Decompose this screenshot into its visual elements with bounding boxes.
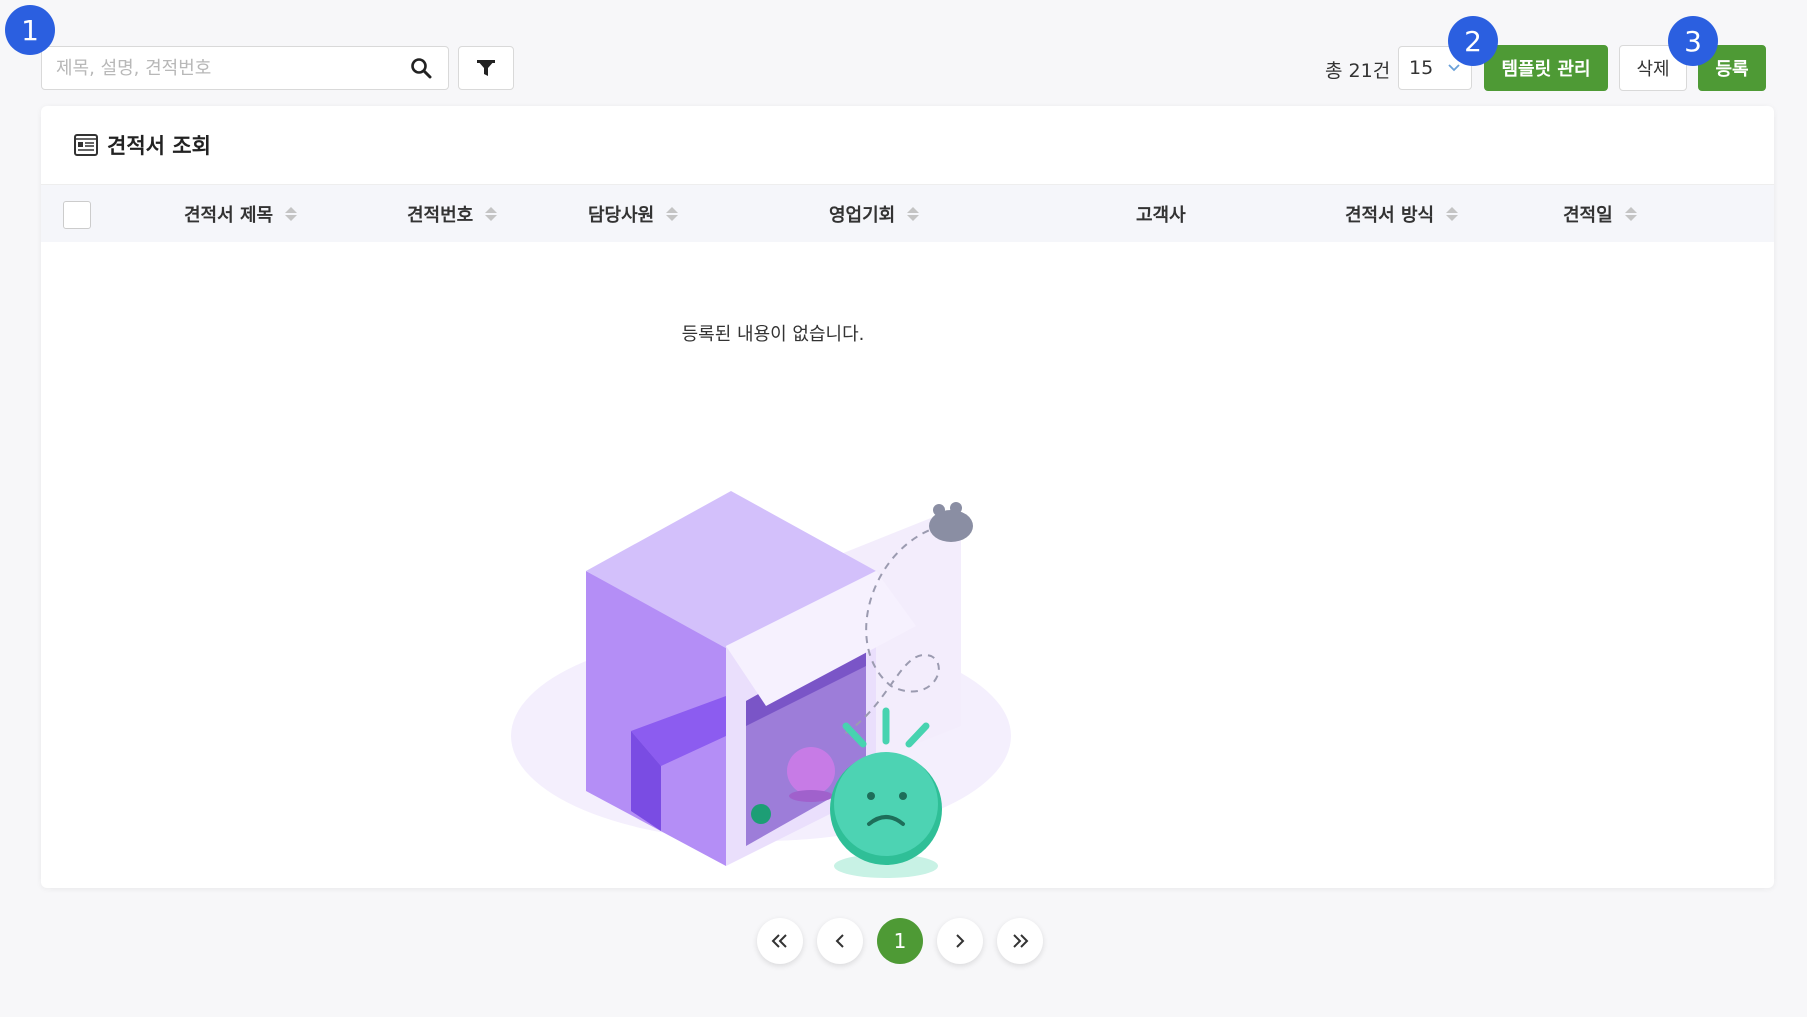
column-opportunity[interactable]: 영업기회 <box>829 185 920 243</box>
table-header: 견적서 제목 견적번호 담당사원 영업기회 고객사 견적서 방식 견적일 <box>41 184 1774 242</box>
column-label: 영업기회 <box>829 205 896 226</box>
column-label: 담당사원 <box>588 205 655 226</box>
template-manage-button[interactable]: 템플릿 관리 <box>1484 45 1608 91</box>
column-quote-type[interactable]: 견적서 방식 <box>1345 185 1459 243</box>
sort-icon[interactable] <box>285 207 298 221</box>
double-chevron-left-icon <box>771 934 787 948</box>
empty-box-illustration <box>511 491 1011 878</box>
column-quote-number[interactable]: 견적번호 <box>407 185 498 243</box>
last-page-button[interactable] <box>997 918 1043 964</box>
pagination: 1 <box>0 918 1807 964</box>
annotation-badge-3: 3 <box>1668 16 1718 66</box>
filter-icon <box>477 60 495 76</box>
column-label: 견적서 제목 <box>184 205 274 226</box>
search-input[interactable] <box>56 57 408 79</box>
card-header: 견적서 조회 <box>41 106 1774 184</box>
search-box[interactable] <box>41 46 449 90</box>
sort-icon[interactable] <box>1624 207 1637 221</box>
sort-icon[interactable] <box>907 207 920 221</box>
page-button-current[interactable]: 1 <box>877 918 923 964</box>
page-size-value: 15 <box>1409 57 1434 79</box>
chevron-down-icon <box>1448 64 1460 72</box>
page: 1 2 3 총 21건 15 템플릿 관리 삭제 등록 견적서 조회 견적서 제… <box>0 0 1807 1017</box>
total-count: 총 21건 <box>1325 60 1391 82</box>
chevron-right-icon <box>956 934 965 948</box>
sort-icon[interactable] <box>1446 207 1459 221</box>
chevron-left-icon <box>835 934 844 948</box>
column-customer: 고객사 <box>1136 185 1186 243</box>
document-icon <box>74 134 98 156</box>
sort-icon[interactable] <box>485 207 498 221</box>
select-all-checkbox[interactable] <box>63 201 91 229</box>
double-chevron-right-icon <box>1013 934 1029 948</box>
next-page-button[interactable] <box>937 918 983 964</box>
annotation-badge-1: 1 <box>5 5 55 55</box>
sort-icon[interactable] <box>666 207 679 221</box>
empty-message: 등록된 내용이 없습니다. <box>681 324 865 345</box>
card-title: 견적서 조회 <box>107 134 211 158</box>
quotation-card: 견적서 조회 견적서 제목 견적번호 담당사원 영업기회 고객사 견적서 방식 … <box>41 106 1774 888</box>
column-quote-date[interactable]: 견적일 <box>1563 185 1637 243</box>
column-title[interactable]: 견적서 제목 <box>184 185 298 243</box>
column-employee[interactable]: 담당사원 <box>588 185 679 243</box>
annotation-badge-2: 2 <box>1448 16 1498 66</box>
prev-page-button[interactable] <box>817 918 863 964</box>
search-icon[interactable] <box>408 55 434 81</box>
first-page-button[interactable] <box>757 918 803 964</box>
filter-button[interactable] <box>458 46 514 90</box>
column-label: 견적번호 <box>407 205 474 226</box>
column-label: 고객사 <box>1136 205 1186 226</box>
column-label: 견적서 방식 <box>1345 205 1435 226</box>
column-label: 견적일 <box>1563 205 1613 226</box>
